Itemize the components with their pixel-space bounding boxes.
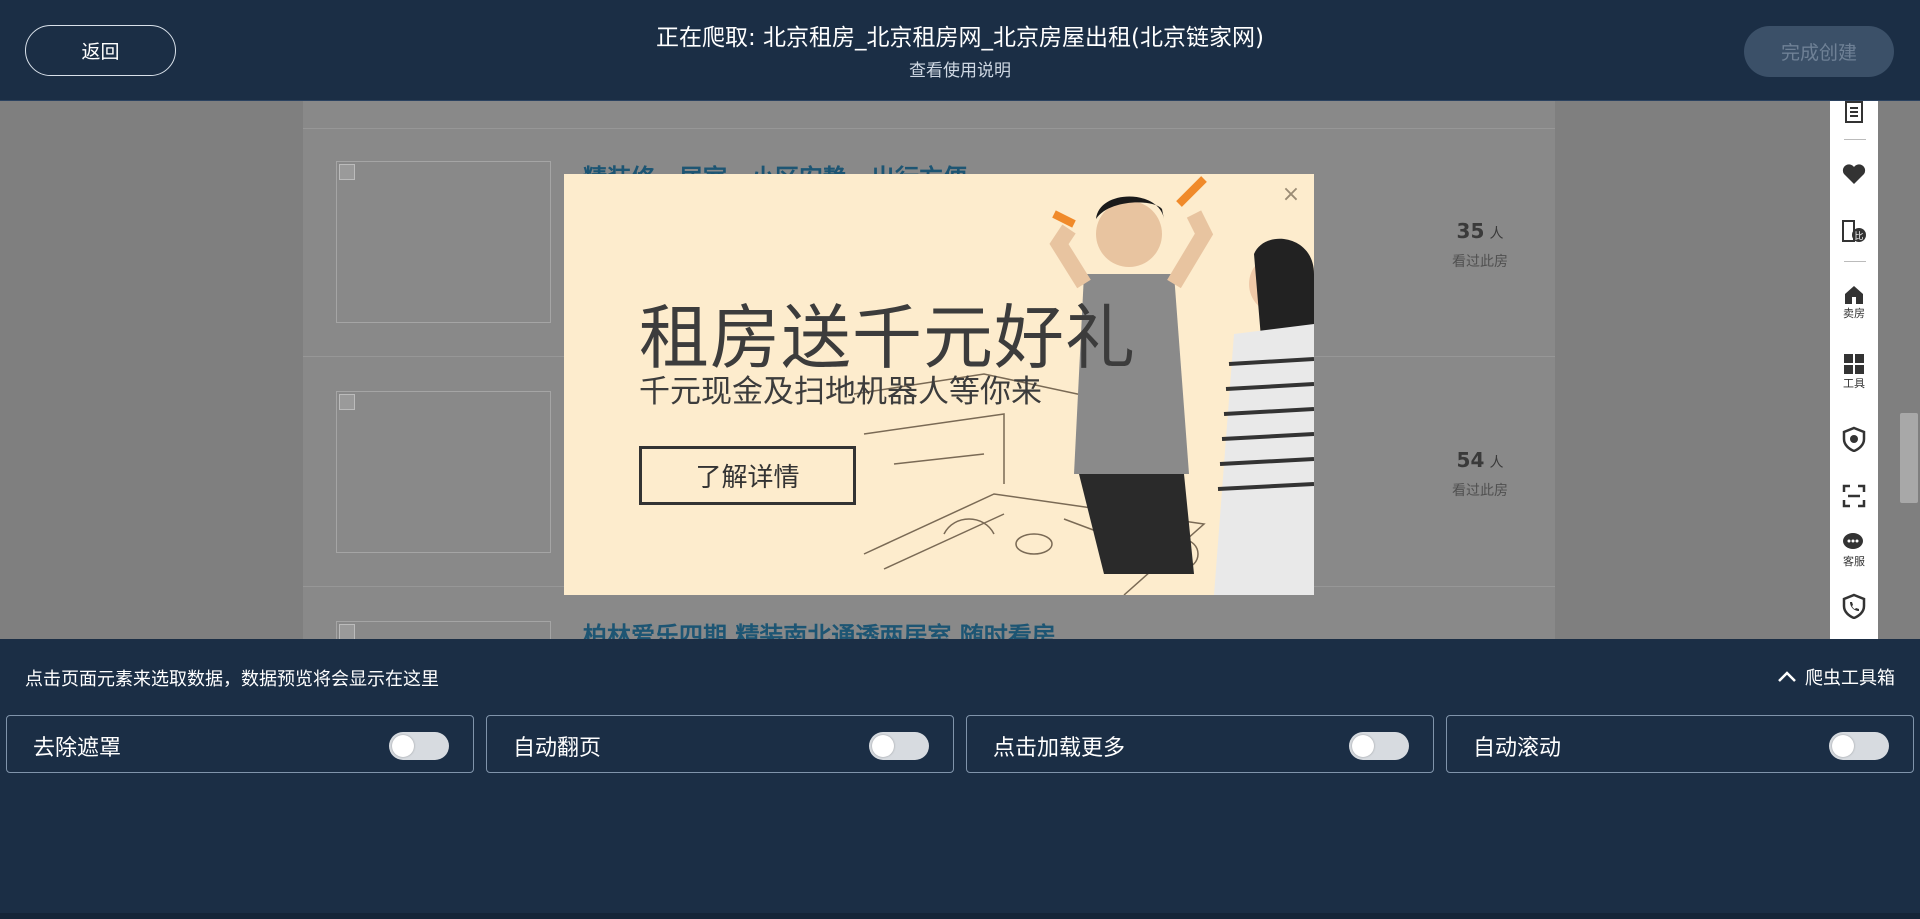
view-count: 54 人 看过此房 <box>1430 448 1530 500</box>
view-count-number: 54 <box>1456 448 1485 472</box>
toolbox-toggle[interactable]: 爬虫工具箱 <box>1777 664 1895 690</box>
rail-scan[interactable] <box>1830 484 1878 508</box>
rail-list[interactable] <box>1830 101 1878 123</box>
page-scrollbar[interactable] <box>1900 413 1918 503</box>
listing-image[interactable] <box>336 161 551 323</box>
rail-backdrop <box>1878 101 1920 639</box>
toggle-auto-paging[interactable]: 自动翻页 <box>486 715 954 773</box>
toggle-remove-mask[interactable]: 去除遮罩 <box>6 715 474 773</box>
broken-image-icon <box>339 624 355 639</box>
rail-label: 客服 <box>1843 555 1865 568</box>
remove-mask-switch[interactable] <box>389 732 449 760</box>
promo-subline: 千元现金及扫地机器人等你来 <box>639 374 1042 410</box>
broken-image-icon <box>339 394 355 410</box>
chat-icon <box>1843 533 1863 549</box>
phone-icon <box>1842 593 1866 619</box>
promo-modal: × 租房送千元好礼 千元现金及扫地机器人等你来 了解详情 <box>564 174 1314 595</box>
svg-text:比: 比 <box>1854 230 1863 242</box>
crawler-panel: 点击页面元素来选取数据，数据预览将会显示在这里 爬虫工具箱 去除遮罩 自动翻页 … <box>0 639 1920 919</box>
rail-compare[interactable]: 比 <box>1830 218 1878 244</box>
view-count-label: 看过此房 <box>1452 254 1508 270</box>
close-icon[interactable]: × <box>1280 184 1302 206</box>
switch-knob <box>392 735 414 757</box>
listing-image[interactable] <box>336 391 551 553</box>
rail-customer-service[interactable]: 客服 <box>1830 531 1878 569</box>
list-icon <box>1845 101 1863 123</box>
click-load-more-switch[interactable] <box>1349 732 1409 760</box>
sell-house-icon <box>1845 286 1863 304</box>
switch-knob <box>1352 735 1374 757</box>
chevron-up-icon <box>1778 671 1796 682</box>
toggle-label: 点击加载更多 <box>993 736 1126 761</box>
view-count-number: 35 <box>1456 219 1485 243</box>
rail-favorites[interactable] <box>1830 163 1878 185</box>
rail-label: 卖房 <box>1843 307 1865 320</box>
divider <box>303 128 1555 129</box>
view-count: 35 人 看过此房 <box>1430 219 1530 271</box>
compare-icon: 比 <box>1842 220 1866 242</box>
finish-create-button[interactable]: 完成创建 <box>1744 26 1894 77</box>
toggle-label: 自动滚动 <box>1473 736 1562 761</box>
toggle-click-load-more[interactable]: 点击加载更多 <box>966 715 1434 773</box>
rail-divider <box>1844 261 1866 262</box>
toggle-auto-scroll[interactable]: 自动滚动 <box>1446 715 1914 773</box>
side-toolbar: 比 卖房 工具 客服 <box>1830 101 1878 639</box>
learn-more-button[interactable]: 了解详情 <box>639 446 856 505</box>
rail-divider <box>1844 139 1866 140</box>
rail-tools[interactable]: 工具 <box>1830 353 1878 391</box>
auto-scroll-switch[interactable] <box>1829 732 1889 760</box>
broken-image-icon <box>339 164 355 180</box>
page-title: 正在爬取: 北京租房_北京租房网_北京房屋出租(北京链家网) <box>655 25 1264 51</box>
shield-icon <box>1842 426 1866 452</box>
selection-hint: 点击页面元素来选取数据，数据预览将会显示在这里 <box>25 669 439 690</box>
listing-image[interactable] <box>336 621 551 639</box>
rail-protection[interactable] <box>1830 426 1878 452</box>
toggle-label: 自动翻页 <box>513 736 602 761</box>
toolbox-label: 爬虫工具箱 <box>1805 668 1895 689</box>
rail-label: 工具 <box>1843 377 1865 390</box>
tools-icon <box>1844 354 1864 374</box>
view-count-unit: 人 <box>1489 455 1504 471</box>
toggle-label: 去除遮罩 <box>33 736 122 761</box>
heart-icon <box>1842 164 1866 184</box>
listing-title[interactable]: 柏林爱乐四期 精装南北通透两居室 随时看房 <box>583 616 1056 639</box>
scan-icon <box>1842 484 1866 508</box>
rail-phone[interactable] <box>1830 593 1878 619</box>
bottom-edge <box>0 913 1920 919</box>
view-count-unit: 人 <box>1489 226 1504 242</box>
rail-sell-house[interactable]: 卖房 <box>1830 283 1878 321</box>
top-bar: 返回 正在爬取: 北京租房_北京租房网_北京房屋出租(北京链家网) 查看使用说明… <box>0 0 1920 101</box>
view-count-label: 看过此房 <box>1452 483 1508 499</box>
switch-knob <box>872 735 894 757</box>
switch-knob <box>1832 735 1854 757</box>
auto-paging-switch[interactable] <box>869 732 929 760</box>
usage-guide-link[interactable]: 查看使用说明 <box>0 56 1920 81</box>
